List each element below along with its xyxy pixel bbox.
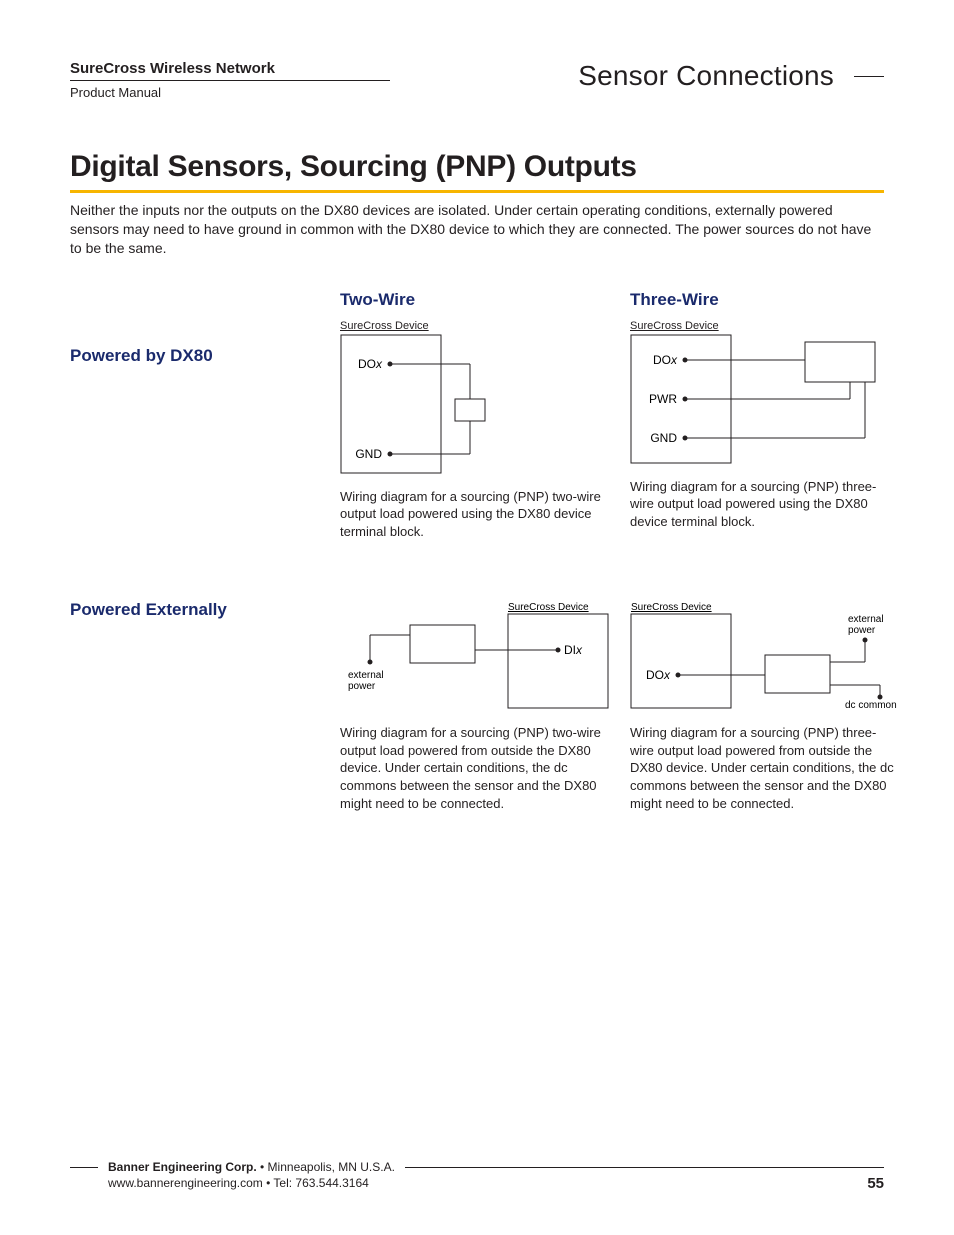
page-number: 55 xyxy=(867,1175,884,1192)
row-label-powered-dx80: Powered by DX80 xyxy=(70,316,330,541)
diagram-external-three-wire: SureCross Device DOx externalpower xyxy=(630,600,910,710)
pin-dix-suffix: x xyxy=(575,643,583,657)
pin-dox: DO xyxy=(358,357,376,371)
section-name: Sensor Connections xyxy=(578,60,834,92)
svg-text:DOx: DOx xyxy=(358,357,383,371)
caption-dx80-three-wire: Wiring diagram for a sourcing (PNP) thre… xyxy=(630,478,895,531)
accent-rule xyxy=(70,190,884,193)
device-label: SureCross Device xyxy=(508,602,589,613)
cell-dx80-three-wire: SureCross Device DOx PWR GND xyxy=(630,316,910,541)
diagram-dx80-two-wire: DOx GND xyxy=(340,334,520,474)
footer-loc: • Minneapolis, MN U.S.A. xyxy=(257,1160,395,1174)
pin-dox: DO xyxy=(653,353,671,367)
col-heading-two-wire: Two-Wire xyxy=(340,290,620,310)
pin-pwr: PWR xyxy=(649,392,677,406)
caption-dx80-two-wire: Wiring diagram for a sourcing (PNP) two-… xyxy=(340,488,605,541)
svg-text:DOx: DOx xyxy=(653,353,678,367)
row-label-powered-externally: Powered Externally xyxy=(70,600,330,812)
diagram-grid-row1: Two-Wire Three-Wire Powered by DX80 Sure… xyxy=(70,290,884,541)
pin-gnd: GND xyxy=(650,431,677,445)
col-heading-three-wire: Three-Wire xyxy=(630,290,910,310)
diagram-grid-row2: Powered Externally SureCross Device DIx xyxy=(70,600,884,812)
intro-paragraph: Neither the inputs nor the outputs on th… xyxy=(70,201,884,258)
header-rule xyxy=(854,76,884,77)
label-external-power: externalpower xyxy=(848,614,884,636)
device-label: SureCross Device xyxy=(630,320,719,332)
doc-title: SureCross Wireless Network xyxy=(70,60,390,81)
cell-external-three-wire: SureCross Device DOx externalpower xyxy=(630,600,910,812)
label-external-power: externalpower xyxy=(348,670,384,692)
pin-dox-suffix: x xyxy=(375,357,383,371)
svg-text:DOx: DOx xyxy=(646,668,671,682)
pin-dox: DO xyxy=(646,668,664,682)
device-label: SureCross Device xyxy=(631,602,712,613)
cell-dx80-two-wire: SureCross Device DOx GND xyxy=(340,316,620,541)
footer-corp: Banner Engineering Corp. xyxy=(108,1160,257,1174)
pin-dox-suffix: x xyxy=(670,353,678,367)
page-title: Digital Sensors, Sourcing (PNP) Outputs xyxy=(70,150,884,184)
diagram-external-two-wire: SureCross Device DIx externalpower xyxy=(340,600,610,710)
diagram-dx80-three-wire: DOx PWR GND xyxy=(630,334,880,464)
cell-external-two-wire: SureCross Device DIx externalpower Wi xyxy=(340,600,620,812)
pin-dox-suffix: x xyxy=(663,668,671,682)
footer-contact: www.bannerengineering.com • Tel: 763.544… xyxy=(108,1176,884,1190)
pin-gnd: GND xyxy=(355,447,382,461)
page-header: SureCross Wireless Network Product Manua… xyxy=(70,60,884,100)
svg-text:DIx: DIx xyxy=(564,643,583,657)
pin-dix: DI xyxy=(564,643,576,657)
page-footer: Banner Engineering Corp. • Minneapolis, … xyxy=(70,1160,884,1190)
doc-subtitle: Product Manual xyxy=(70,85,578,100)
caption-external-three-wire: Wiring diagram for a sourcing (PNP) thre… xyxy=(630,724,895,812)
caption-external-two-wire: Wiring diagram for a sourcing (PNP) two-… xyxy=(340,724,605,812)
device-label: SureCross Device xyxy=(340,320,429,332)
label-dc-common: dc common xyxy=(845,700,897,710)
